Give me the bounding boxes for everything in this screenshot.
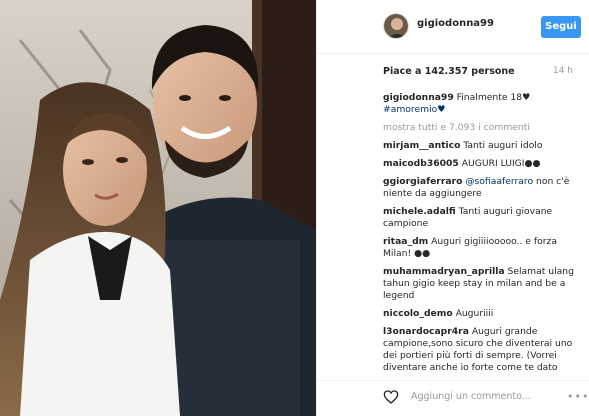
caption: gigiodonna99 Finalmente 18♥ #amoremio♥ [383,92,579,116]
comment: ggiorgiaferraro @sofiaaferraro non c'è n… [383,176,579,200]
post-photo[interactable] [0,0,316,416]
comment: niccolo_demo Auguriiii [383,308,579,320]
avatar[interactable] [383,13,409,39]
comment-username[interactable]: ritaa_dm [383,236,428,247]
black-heart-icon: ♥ [522,92,531,103]
comment-footer: Aggiungi un commento... ••• [317,380,589,416]
comment: ritaa_dm Auguri gigiiiiooooo.. e forza M… [383,236,579,260]
comment-text: Tanti auguri idolo [463,140,543,151]
comment: michele.adalfi Tanti auguri giovane camp… [383,206,579,230]
comment: mirjam__antico Tanti auguri idolo [383,140,579,152]
caption-username[interactable]: gigiodonna99 [383,92,454,103]
caption-hashtag[interactable]: #amoremio [383,104,437,115]
post-header: gigiodonna99 Segui [317,0,589,54]
likes-row: Piace a 142.357 persone 14 h [383,66,583,80]
follow-button[interactable]: Segui [541,16,581,38]
selfie-image [0,0,316,416]
comment-username[interactable]: l3onardocapr4ra [383,326,469,337]
instagram-post: gigiodonna99 Segui Piace a 142.357 perso… [0,0,589,416]
post-details-panel: gigiodonna99 Segui Piace a 142.357 perso… [316,0,589,416]
comment-username[interactable]: ggiorgiaferraro [383,176,462,187]
comment-username[interactable]: niccolo_demo [383,308,453,319]
comments-list: gigiodonna99 Finalmente 18♥ #amoremio♥ m… [383,92,579,380]
more-options-icon[interactable]: ••• [567,390,589,403]
likes-count[interactable]: Piace a 142.357 persone [383,66,515,77]
blue-heart-icon: ♥ [437,104,446,115]
comment-username[interactable]: mirjam__antico [383,140,460,151]
post-timestamp: 14 h [552,66,573,76]
comment-text: Auguriiii [455,308,494,319]
comment: muhammadryan_aprilla Selamat ulang tahun… [383,266,579,302]
add-comment-input[interactable]: Aggiungi un commento... [411,391,531,402]
comment-mention[interactable]: @sofiaaferraro [465,176,533,187]
caption-text: Finalmente 18 [456,92,523,103]
comment-username[interactable]: muhammadryan_aprilla [383,266,505,277]
heart-icon[interactable] [383,389,399,405]
comment-text: AUGURI LUIGI●● [461,158,541,169]
comment-username[interactable]: maicodb36005 [383,158,459,169]
post-username[interactable]: gigiodonna99 [417,18,494,29]
comment: maicodb36005 AUGURI LUIGI●● [383,158,579,170]
comment-username[interactable]: michele.adalfi [383,206,456,217]
show-all-comments-link[interactable]: mostra tutti e 7.093 i commenti [383,122,579,134]
avatar-image [384,14,408,38]
comment: l3onardocapr4ra Auguri grande campione,s… [383,326,579,374]
